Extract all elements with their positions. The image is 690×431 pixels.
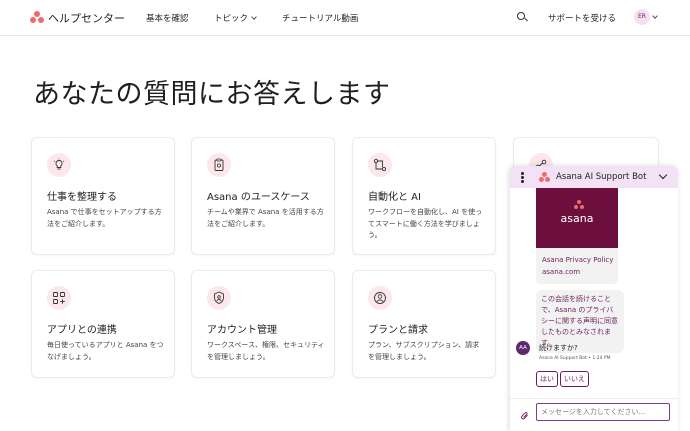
card-description: プラン、サブスクリプション、請求を管理しましょう。 [368,341,480,361]
card-title: アプリとの連携 [47,325,117,336]
asana-logo-icon[interactable] [30,10,44,24]
card-description: 毎日使っているアプリと Asana をつなげましょう。 [47,341,164,361]
chat-input-bar [510,398,678,431]
brand-title[interactable]: ヘルプセンター [48,10,125,26]
card-title: 仕事を整理する [47,192,117,203]
privacy-domain: asana.com [542,268,581,276]
card-account-management[interactable]: アカウント管理 ワークスペース、権限、セキュリティを管理しましょう。 [191,270,335,378]
shield-icon [207,286,231,310]
more-options-icon[interactable] [521,172,524,183]
card-use-cases[interactable]: Asana のユースケース チームや業界で Asana を活用する方法をご紹介し… [191,137,335,255]
avatar[interactable]: ER [634,9,650,25]
get-support-link[interactable]: サポートを受ける [548,12,616,24]
apps-plus-icon [47,286,71,310]
message-meta: Asana AI Support Bot • 1:24 PM [539,356,611,361]
card-automation-ai[interactable]: 自動化と AI ワークフローを自動化し、AI を使ってスマートに働く方法を学びま… [352,137,496,255]
card-title: アカウント管理 [207,325,277,336]
chevron-down-icon[interactable] [658,170,668,180]
chat-widget: Asana AI Support Bot asana Asana Privacy… [510,166,678,431]
privacy-card-image: asana [536,188,618,248]
chevron-down-icon[interactable] [652,13,658,19]
asana-logo-icon [574,200,584,210]
paperclip-icon[interactable] [520,406,530,420]
chevron-down-icon [251,14,257,20]
privacy-policy-link[interactable]: Asana Privacy Policy [542,256,613,264]
no-button[interactable]: いいえ [560,371,589,387]
page-title: あなたの質問にお答えします [33,79,391,110]
nav-tutorial-videos[interactable]: チュートリアル動画 [282,12,358,24]
card-app-integrations[interactable]: アプリとの連携 毎日使っているアプリと Asana をつなげましょう。 [31,270,175,378]
chat-title: Asana AI Support Bot [556,172,647,182]
message-input[interactable] [536,403,670,421]
card-organize-work[interactable]: 仕事を整理する Asana で仕事をセットアップする方法をご紹介します。 [31,137,175,255]
chat-header: Asana AI Support Bot [510,166,678,188]
card-description: ワークスペース、権限、セキュリティを管理しましょう。 [207,341,325,361]
search-icon[interactable] [517,12,528,23]
asana-logo-icon [539,172,550,183]
clipboard-icon [207,153,231,177]
top-header: ヘルプセンター 基本を確認 トピック チュートリアル動画 サポートを受ける ER [0,0,690,36]
bot-question: 続けますか? [539,344,578,352]
nav-topics[interactable]: トピック [214,12,257,24]
asana-wordmark: asana [560,212,594,225]
card-title: Asana のユースケース [207,192,310,203]
card-title: プランと請求 [368,325,428,336]
nav-topics-label: トピック [214,14,249,24]
card-plans-billing[interactable]: プランと請求 プラン、サブスクリプション、請求を管理しましょう。 [352,270,496,378]
yes-button[interactable]: はい [536,371,558,387]
card-description: チームや業界で Asana を活用する方法をご紹介します。 [207,208,324,228]
user-circle-icon [368,286,392,310]
privacy-policy-card[interactable]: asana Asana Privacy Policy asana.com [536,188,618,284]
nav-basics[interactable]: 基本を確認 [146,12,189,24]
card-title: 自動化と AI [368,192,421,203]
card-description: Asana で仕事をセットアップする方法をご紹介します。 [47,208,162,228]
bot-avatar: AA [516,341,530,355]
lightbulb-icon [47,153,71,177]
workflow-icon [368,153,392,177]
card-description: ワークフローを自動化し、AI を使ってスマートに働く方法を学びましょう。 [368,208,483,239]
